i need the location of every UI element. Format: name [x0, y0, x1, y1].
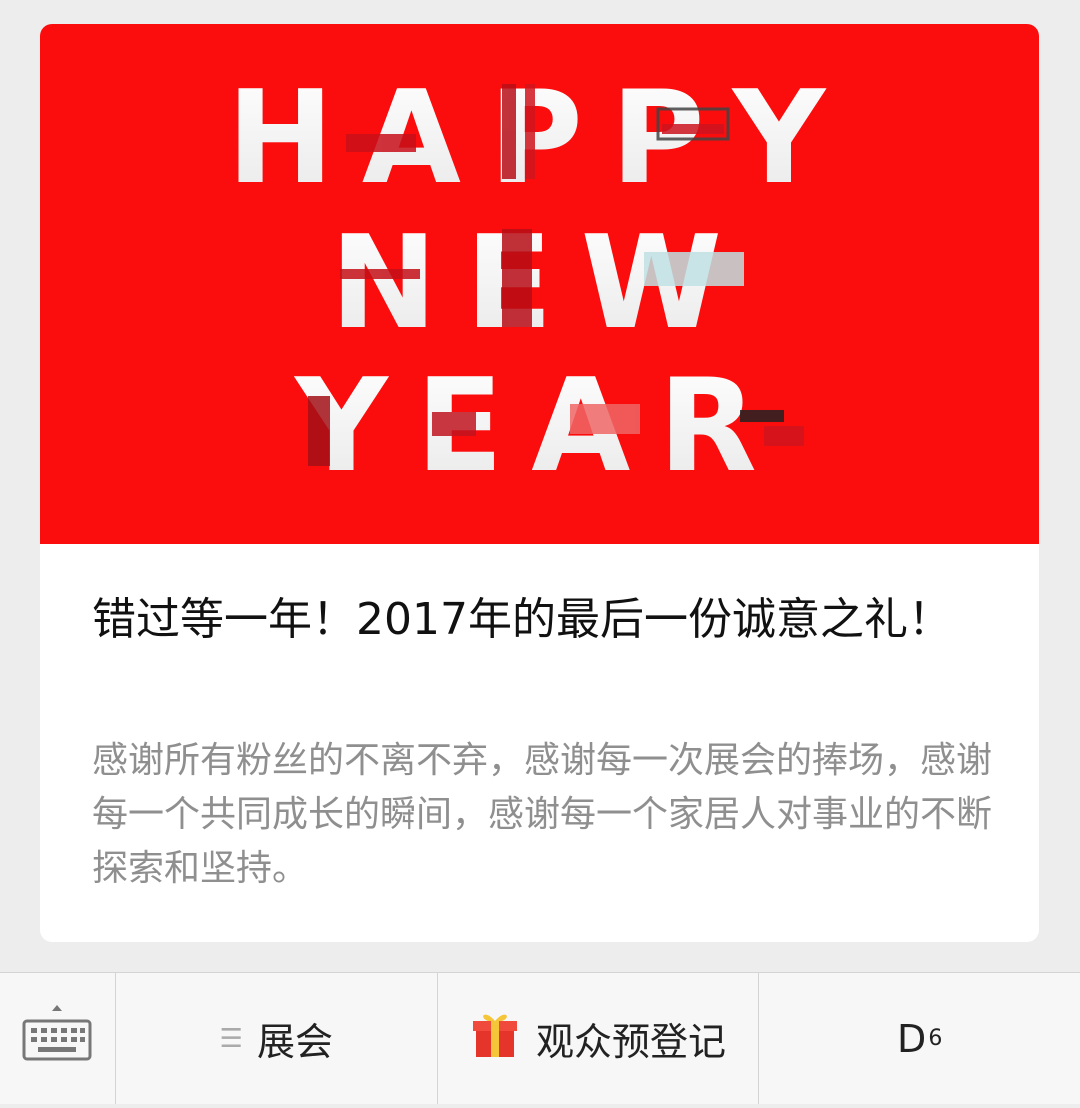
gift-box-icon	[470, 1009, 520, 1068]
bottom-menu-bar: ☰ 展会 观众预登记 D6	[0, 972, 1080, 1104]
menu-lines-icon: ☰	[219, 1023, 243, 1054]
banner-line-1: HAPPY	[227, 64, 854, 213]
article-card[interactable]: HAPPY NEW YEAR 错过等一年！2017年的最后一份诚意之礼！ 感谢所…	[40, 24, 1039, 942]
banner-image: HAPPY NEW YEAR	[227, 64, 854, 501]
article-description: 感谢所有粉丝的不离不弃，感谢每一次展会的捧场，感谢每一个共同成长的瞬间，感谢每一…	[92, 740, 993, 889]
menu-item-exhibition[interactable]: ☰ 展会	[116, 973, 438, 1104]
menu-item-exhibition-label: 展会	[256, 1020, 333, 1064]
article-title[interactable]: 错过等一年！2017年的最后一份诚意之礼！	[92, 592, 992, 648]
banner-line-3: YEAR	[293, 352, 785, 501]
menu-item-registration-label: 观众预登记	[536, 1020, 727, 1064]
menu-item-visitor-registration[interactable]: 观众预登记	[438, 973, 760, 1104]
menu-item-d6-superscript: 6	[928, 1026, 943, 1051]
menu-item-d6-label: D	[897, 1016, 927, 1061]
keyboard-toggle-button[interactable]	[0, 973, 116, 1104]
keyboard-icon	[22, 1005, 92, 1061]
menu-item-d6[interactable]: D6	[759, 973, 1080, 1104]
happy-new-year-banner[interactable]: HAPPY NEW YEAR	[40, 24, 1039, 544]
